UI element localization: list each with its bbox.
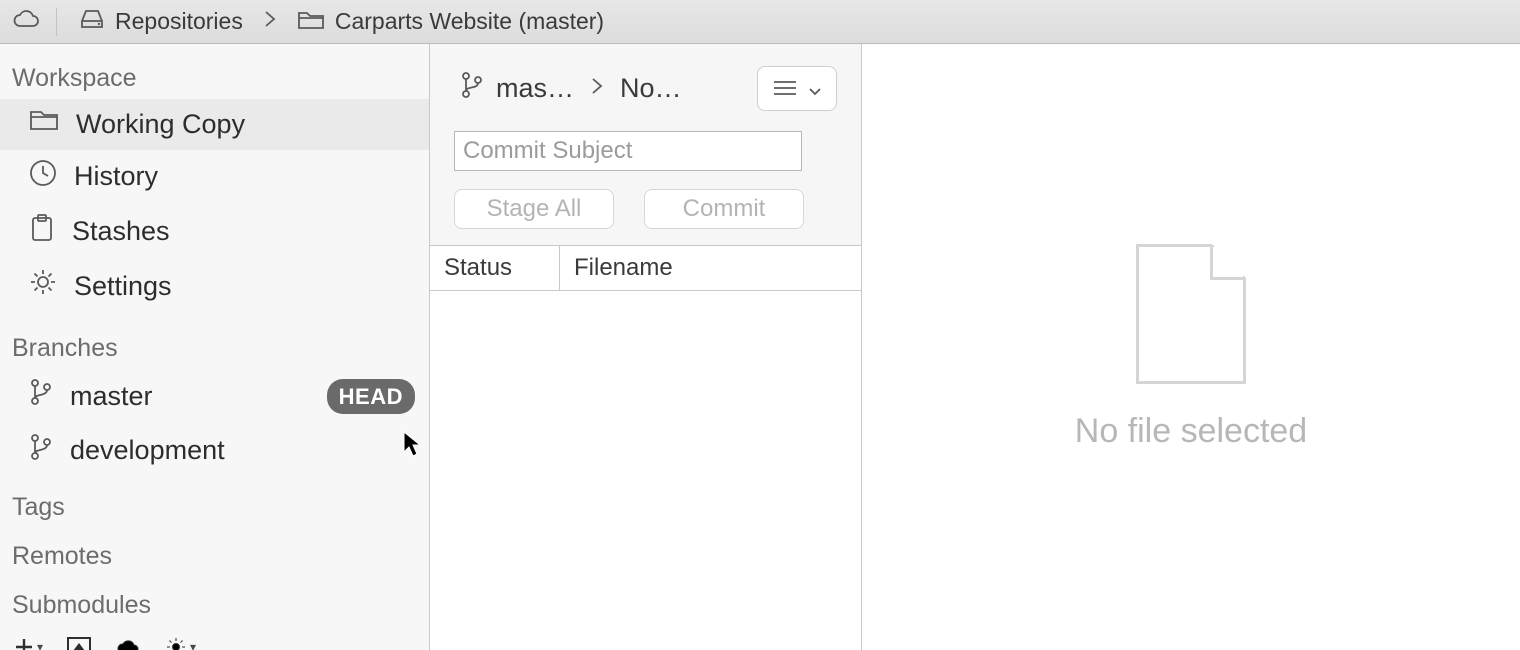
sidebar-item-label: development	[70, 434, 225, 468]
sidebar-section-workspace: Workspace	[0, 50, 429, 99]
breadcrumb-label: Carparts Website (master)	[335, 8, 604, 35]
add-button[interactable]: ▾	[14, 637, 43, 650]
gear-icon[interactable]: ▾	[165, 636, 196, 650]
sidebar-item-stashes[interactable]: Stashes	[0, 205, 429, 260]
sidebar-item-history[interactable]: History	[0, 150, 429, 205]
terminal-icon[interactable]	[67, 637, 91, 650]
file-icon	[1136, 244, 1246, 384]
sidebar-item-label: Stashes	[72, 215, 170, 249]
commit-subject-input[interactable]	[454, 131, 802, 171]
sidebar-section-remotes: Remotes	[0, 528, 429, 577]
file-table-body	[430, 291, 861, 650]
folder-icon	[297, 8, 325, 36]
divider	[56, 8, 57, 36]
detail-pane: No file selected	[862, 44, 1520, 650]
sidebar-item-working-copy[interactable]: Working Copy	[0, 99, 429, 150]
cloud-icon[interactable]	[12, 8, 40, 36]
file-table-header: Status Filename	[430, 246, 861, 291]
commit-button[interactable]: Commit	[644, 189, 804, 229]
sidebar-footer: ▾ ▾	[0, 626, 429, 650]
list-icon	[772, 73, 798, 104]
column-filename[interactable]: Filename	[560, 246, 861, 290]
empty-state-text: No file selected	[1075, 412, 1307, 451]
commit-pane: mas… No… Stage All Commit	[430, 44, 862, 650]
branch-icon	[460, 71, 484, 106]
drive-icon	[79, 8, 105, 36]
folder-icon	[28, 107, 60, 142]
branch-icon	[28, 377, 54, 416]
head-badge: HEAD	[327, 379, 415, 415]
sidebar-item-label: Working Copy	[76, 108, 245, 142]
chevron-right-icon	[586, 76, 608, 102]
sidebar-item-label: master	[70, 380, 153, 414]
view-mode-button[interactable]	[757, 66, 837, 111]
chevron-down-icon	[808, 73, 822, 104]
stage-all-button[interactable]: Stage All	[454, 189, 614, 229]
sidebar: Workspace Working Copy History Stashes	[0, 44, 430, 650]
sidebar-item-branch-master[interactable]: master HEAD	[0, 369, 429, 424]
sidebar-item-label: Settings	[74, 270, 172, 304]
sidebar-section-branches: Branches	[0, 320, 429, 369]
branch-icon	[28, 432, 54, 471]
sidebar-section-submodules: Submodules	[0, 577, 429, 626]
breadcrumb-repo-folder[interactable]: Carparts Website (master)	[291, 6, 610, 38]
breadcrumb-branch[interactable]: mas…	[496, 73, 574, 104]
clipboard-icon	[28, 213, 56, 252]
column-status[interactable]: Status	[430, 246, 560, 290]
breadcrumb-repositories[interactable]: Repositories	[73, 6, 249, 38]
sidebar-item-label: History	[74, 160, 158, 194]
sidebar-item-settings[interactable]: Settings	[0, 259, 429, 314]
gear-icon	[28, 267, 58, 306]
sidebar-item-branch-development[interactable]: development	[0, 424, 429, 479]
sidebar-section-tags: Tags	[0, 479, 429, 528]
chevron-right-icon	[259, 9, 281, 35]
cloud-icon[interactable]	[115, 637, 141, 650]
breadcrumb-toolbar: Repositories Carparts Website (master)	[0, 0, 1520, 44]
commit-breadcrumb: mas… No…	[454, 58, 837, 131]
clock-icon	[28, 158, 58, 197]
breadcrumb-label: Repositories	[115, 8, 243, 35]
breadcrumb-second[interactable]: No…	[620, 73, 682, 104]
